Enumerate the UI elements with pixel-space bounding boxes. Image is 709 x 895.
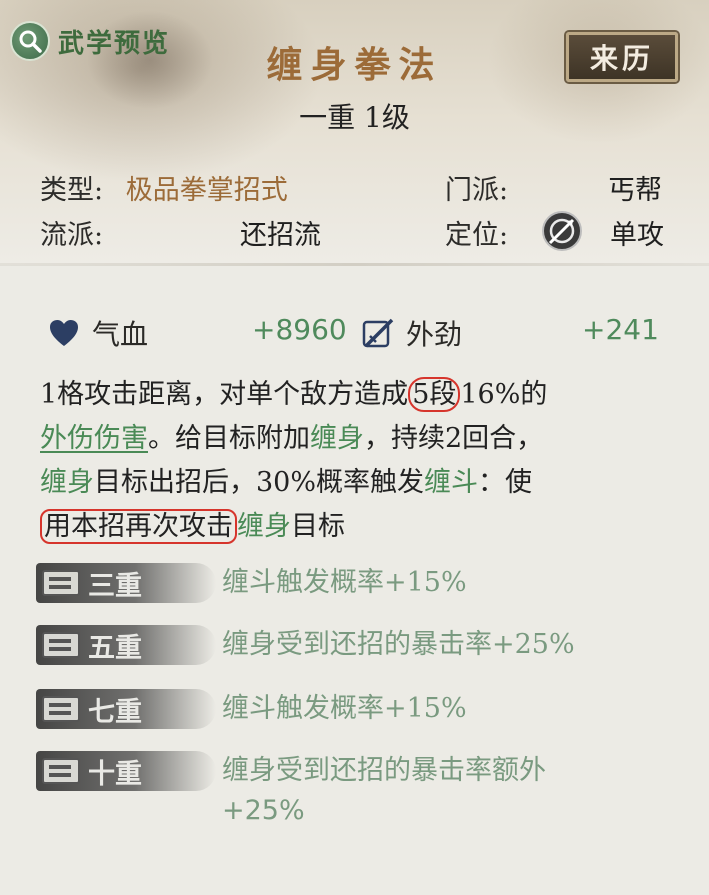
sect-label: 门派: — [445, 175, 509, 206]
desc-text: 。给目标附加 — [148, 423, 310, 454]
hp-value-text: +8960 — [252, 313, 347, 346]
school-value-text: 还招流 — [240, 220, 321, 251]
type-value: 极品拳掌招式 — [125, 175, 288, 206]
annotation-box: 用本招再次攻击 — [40, 509, 237, 544]
role-label: 定位: — [445, 220, 509, 251]
desc-text: 目标 — [291, 511, 345, 542]
keyword-external-damage[interactable]: 外伤伤害 — [40, 423, 148, 454]
desc-text: ：使 — [478, 467, 533, 498]
skill-description: 1格攻击距离，对单个敌方造成 5段 16%的 外伤伤害。给目标附加缠身，持续2回合，… — [40, 373, 670, 549]
tier-label: 五重 — [88, 632, 142, 664]
sect-value-text: 丐帮 — [608, 175, 662, 206]
desc-text: 16%的 — [460, 379, 548, 410]
hp-label: 气血 — [92, 318, 149, 351]
annotation-circle: 5段 — [408, 377, 461, 412]
tier-label: 七重 — [88, 696, 142, 728]
tier-row: 五重 — [36, 623, 216, 667]
keyword-chanshen[interactable]: 缠身 — [310, 423, 364, 454]
desc-text: 1格攻击距离，对单个敌方造成 — [40, 379, 409, 410]
scroll-icon — [42, 632, 80, 658]
school-value: 还招流 — [240, 213, 321, 252]
sword-icon — [360, 316, 396, 350]
single-target-icon — [540, 209, 584, 253]
heart-icon — [48, 318, 80, 348]
tier-effect: 缠斗触发概率+15% — [222, 693, 467, 724]
desc-line-4: 用本招再次攻击 缠身目标 — [40, 505, 670, 549]
tier-effect: 缠斗触发概率+15% — [222, 567, 467, 598]
outer-value: +241 — [582, 313, 659, 346]
tier-effect-line: 缠身受到还招的暴击率额外 — [222, 755, 546, 786]
keyword-chandou[interactable]: 缠斗 — [424, 467, 478, 498]
school-label: 流派: — [40, 220, 104, 251]
role-value-text: 单攻 — [610, 220, 664, 251]
desc-line-3: 缠身目标出招后，30%概率触发缠斗：使 — [40, 461, 670, 505]
tier-effect: 缠身受到还招的暴击率额外 +25% — [222, 751, 546, 831]
tier-label: 十重 — [88, 758, 142, 790]
section-divider — [0, 263, 709, 266]
desc-text: ，持续2回合， — [364, 423, 544, 454]
desc-text: 目标出招后，30%概率触发 — [94, 467, 425, 498]
outer-value-text: +241 — [582, 313, 659, 346]
sect-row: 门派: — [445, 168, 508, 207]
tier-effect: 缠身受到还招的暴击率+25% — [222, 629, 575, 660]
tier-row: 十重 — [36, 749, 216, 793]
outer-label: 外劲 — [406, 318, 463, 351]
keyword-chanshen[interactable]: 缠身 — [40, 467, 94, 498]
tier-row: 七重 — [36, 687, 216, 731]
hp-value: +8960 — [252, 313, 347, 346]
tier-label: 三重 — [88, 570, 142, 602]
type-row: 类型: 极品拳掌招式 — [40, 168, 288, 207]
keyword-chanshen[interactable]: 缠身 — [237, 511, 291, 542]
sect-value: 丐帮 — [608, 168, 662, 207]
desc-line-1: 1格攻击距离，对单个敌方造成 5段 16%的 — [40, 373, 670, 417]
role-value: 单攻 — [610, 213, 664, 252]
desc-line-2: 外伤伤害。给目标附加缠身，持续2回合， — [40, 417, 670, 461]
type-label: 类型: — [40, 175, 104, 206]
scroll-icon — [42, 758, 80, 784]
skill-level: 一重 1级 — [299, 101, 410, 134]
origin-button[interactable]: 来历 — [566, 32, 678, 82]
tier-row: 三重 — [36, 561, 216, 605]
scroll-icon — [42, 696, 80, 722]
scroll-icon — [42, 570, 80, 596]
tier-effect-line: +25% — [222, 795, 305, 826]
role-row: 定位: — [445, 213, 508, 252]
school-row: 流派: — [40, 213, 103, 252]
